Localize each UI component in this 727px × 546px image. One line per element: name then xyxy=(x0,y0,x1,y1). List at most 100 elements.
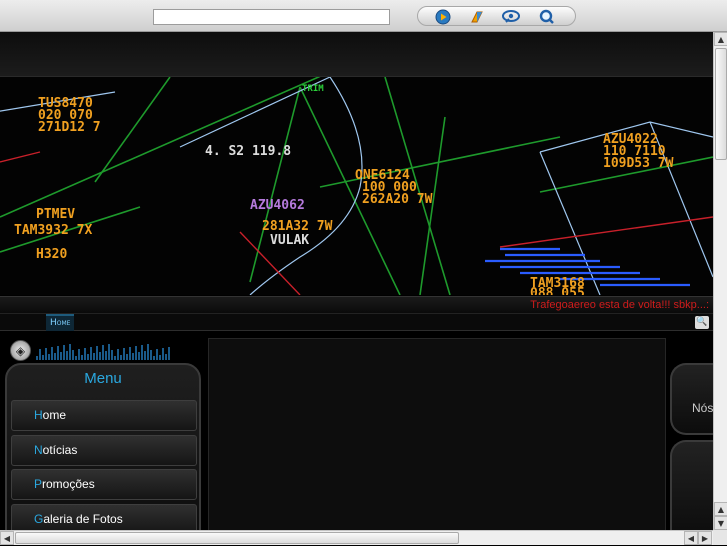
scroll-down-arrow-icon[interactable]: ▼ xyxy=(714,516,727,530)
vertical-scroll-thumb[interactable] xyxy=(715,48,727,160)
play-icon[interactable] xyxy=(434,8,452,26)
flight-label: AZU4062 xyxy=(250,198,305,213)
flight-label: 281A32 7W xyxy=(262,219,333,234)
flight-label: 271D12 7 xyxy=(38,120,101,135)
equalizer-bar xyxy=(168,347,170,360)
menu-item-initial: H xyxy=(34,408,43,422)
flight-label: 109D53 7W xyxy=(603,156,674,171)
menu-item-noticias[interactable]: Notícias xyxy=(11,435,197,466)
equalizer-bar xyxy=(129,347,131,360)
equalizer-bar xyxy=(165,354,167,360)
equalizer-bar xyxy=(60,352,62,360)
equalizer-bar xyxy=(69,344,71,360)
equalizer-bar xyxy=(102,345,104,360)
equalizer-bar xyxy=(51,347,53,360)
equalizer-bar xyxy=(48,354,50,360)
menu-item-label: ome xyxy=(42,408,67,422)
equalizer-bar xyxy=(123,348,125,360)
address-bar[interactable] xyxy=(153,9,390,25)
menu-item-initial: G xyxy=(34,512,44,526)
equalizer-bar xyxy=(99,352,101,360)
menu-item-label: romoções xyxy=(42,477,95,491)
right-panel-nos: Nós xyxy=(670,363,713,435)
ticker-text[interactable]: Trafegoaereo esta de volta!!! sbkp...: xyxy=(530,299,709,311)
flight-label: H320 xyxy=(36,247,67,262)
menu-item-galeria[interactable]: Galeria de Fotos xyxy=(11,504,197,530)
equalizer-bar xyxy=(111,350,113,360)
news-ticker: Trafegoaereo esta de volta!!! sbkp...: xyxy=(0,296,713,314)
menu-item-label: otícias xyxy=(42,443,78,457)
flight-label: VULAK xyxy=(270,233,309,248)
equalizer-bar xyxy=(72,350,74,360)
main-nav: Home 🔍 xyxy=(0,314,713,331)
right-panel-label[interactable]: Nós xyxy=(692,401,713,415)
flight-label: TAM3932 7X xyxy=(14,223,92,238)
flight-label: TRIM xyxy=(302,84,324,94)
content-area: ◈ Menu Home Notícias Promoções Galeria d… xyxy=(0,332,713,530)
flight-label: 262A20 7W xyxy=(362,192,433,207)
equalizer-bar xyxy=(162,348,164,360)
right-panel-2 xyxy=(670,440,713,530)
equalizer-bar xyxy=(117,349,119,360)
scroll-up-arrow-icon[interactable]: ▲ xyxy=(714,502,727,516)
scroll-up-arrow-icon[interactable]: ▲ xyxy=(714,32,727,46)
equalizer-bar xyxy=(87,354,89,360)
nav-home-tab[interactable]: Home xyxy=(46,314,75,331)
compass-icon[interactable] xyxy=(468,8,486,26)
equalizer-bar xyxy=(63,345,65,360)
equalizer-bar xyxy=(105,351,107,360)
equalizer-graphic xyxy=(36,344,170,360)
horizontal-scrollbar[interactable]: ◀ ◀ ▶ xyxy=(0,530,713,545)
equalizer-bar xyxy=(126,354,128,360)
equalizer-bar xyxy=(135,346,137,360)
equalizer-bar xyxy=(96,346,98,360)
radio-logo-icon[interactable]: ◈ xyxy=(10,340,31,361)
equalizer-bar xyxy=(54,353,56,360)
eye-icon[interactable] xyxy=(502,8,520,26)
flight-label: PTMEV xyxy=(36,207,75,222)
equalizer-bar xyxy=(114,356,116,360)
scrollbar-corner xyxy=(713,530,727,545)
equalizer-bar xyxy=(108,344,110,360)
equalizer-bar xyxy=(75,356,77,360)
equalizer-bar xyxy=(57,346,59,360)
equalizer-bar xyxy=(141,345,143,360)
equalizer-bar xyxy=(138,352,140,360)
equalizer-bar xyxy=(39,349,41,360)
horizontal-scroll-thumb[interactable] xyxy=(15,532,459,544)
flight-label: 088 055 xyxy=(530,286,585,295)
scroll-left-arrow-icon[interactable]: ◀ xyxy=(684,531,698,545)
toolbar-button-group xyxy=(417,6,576,26)
radar-image: TUS8470020 070271D12 74. S2 119.8ONE6124… xyxy=(0,77,713,295)
equalizer-bar xyxy=(93,353,95,360)
equalizer-bar xyxy=(66,351,68,360)
scroll-right-arrow-icon[interactable]: ▶ xyxy=(698,531,712,545)
equalizer-bar xyxy=(150,350,152,360)
header-strip xyxy=(0,32,713,77)
radar-banner: TUS8470 020 070 271D12 7 4. S2 119.8 ONE6124… xyxy=(0,77,713,295)
menu-item-promocoes[interactable]: Promoções xyxy=(11,469,197,500)
equalizer-bar xyxy=(78,349,80,360)
equalizer-bar xyxy=(159,355,161,360)
scroll-left-arrow-icon[interactable]: ◀ xyxy=(0,531,14,545)
flight-label: 4. S2 119.8 xyxy=(205,144,291,159)
equalizer-bar xyxy=(147,344,149,360)
vertical-scrollbar[interactable]: ▲ ▲ ▼ xyxy=(713,32,727,530)
equalizer-bar xyxy=(120,355,122,360)
equalizer-bar xyxy=(153,356,155,360)
browser-toolbar xyxy=(0,0,727,32)
equalizer-bar xyxy=(81,355,83,360)
equalizer-bar xyxy=(144,351,146,360)
equalizer-bar xyxy=(90,347,92,360)
menu-item-initial: P xyxy=(34,477,43,491)
search-icon[interactable] xyxy=(538,8,556,26)
side-menu: Menu Home Notícias Promoções Galeria de … xyxy=(5,363,201,530)
main-content-panel xyxy=(208,338,666,530)
menu-item-home[interactable]: Home xyxy=(11,400,197,431)
menu-item-label: aleria de Fotos xyxy=(43,512,123,526)
menu-title: Menu xyxy=(84,370,122,387)
equalizer-bar xyxy=(45,348,47,360)
equalizer-bar xyxy=(132,353,134,360)
equalizer-bar xyxy=(36,356,38,360)
nav-search-icon[interactable]: 🔍 xyxy=(695,316,709,329)
